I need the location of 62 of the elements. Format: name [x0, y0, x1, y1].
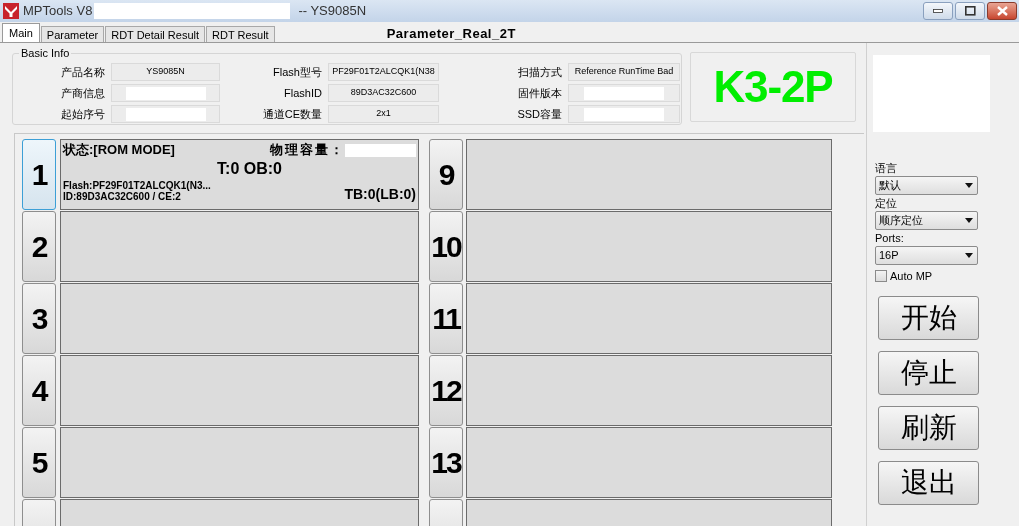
port-button[interactable]: 2	[22, 211, 56, 282]
minimize-icon	[933, 9, 943, 13]
redacted-block	[345, 143, 416, 157]
model-badge: K3-2P	[690, 52, 856, 122]
field-label: 产商信息	[60, 86, 105, 101]
close-icon	[996, 6, 1008, 16]
select-label: 语言	[875, 162, 898, 175]
port-button[interactable]: 13	[429, 427, 463, 498]
tab[interactable]: RDT Result	[206, 26, 275, 42]
parameter-name: Parameter_Real_2T	[386, 26, 516, 42]
port-button[interactable]: 9	[429, 139, 463, 210]
tab[interactable]: Parameter	[40, 26, 105, 42]
action-button[interactable]: 开始	[878, 295, 979, 340]
minimize-button[interactable]	[923, 2, 953, 20]
port-button[interactable]: 4	[22, 355, 56, 426]
app-logo-icon	[3, 3, 19, 19]
port-button[interactable]: 5	[22, 427, 56, 498]
dropdown[interactable]: 顺序定位	[875, 211, 978, 230]
field-label: 起始序号	[60, 107, 105, 122]
field-label: 通道CE数量	[261, 107, 322, 122]
field-label: 产品名称	[60, 65, 105, 80]
capacity-label: 物理容量：	[270, 141, 345, 160]
dropdown[interactable]: 16P	[875, 246, 978, 265]
port-status: 状态:[ROM MODE]	[63, 141, 175, 160]
bad-block-count: TB:0(LB:0)	[344, 186, 416, 202]
maximize-icon	[964, 6, 976, 16]
field: Reference RunTime Bad	[568, 63, 680, 81]
field-label: Flash型号	[272, 65, 322, 80]
field: YS9085N	[111, 63, 220, 81]
field-label: SSD容量	[516, 107, 562, 122]
action-button[interactable]: 刷新	[878, 405, 979, 450]
flash-model: Flash:PF29F01T2ALCQK1(N3...	[63, 180, 211, 191]
flash-id: ID:89D3AC32C600 / CE:2	[63, 191, 181, 202]
field: PF29F01T2ALCQK1(N38	[328, 63, 439, 81]
dropdown[interactable]: 默认	[875, 176, 978, 195]
field-label: 扫描方式	[517, 65, 562, 80]
caret-icon	[965, 183, 973, 188]
port-counts: T:0 OB:0	[217, 160, 282, 178]
select-label: Ports:	[875, 232, 905, 245]
field-label: 固件版本	[517, 86, 562, 101]
select-label: 定位	[875, 197, 898, 210]
port-button[interactable]: 12	[429, 355, 463, 426]
window-subtitle: -- YS9085N	[298, 2, 367, 21]
field-label: FlashID	[283, 86, 322, 101]
action-button[interactable]: 退出	[878, 460, 979, 505]
caret-icon	[965, 218, 973, 223]
field: 2x1	[328, 105, 439, 123]
action-button[interactable]: 停止	[878, 350, 979, 395]
checkbox[interactable]	[875, 270, 887, 283]
maximize-button[interactable]	[955, 2, 985, 20]
window-title: MPTools V8	[23, 2, 93, 21]
caret-icon	[965, 253, 973, 258]
close-button[interactable]	[987, 2, 1017, 20]
tab[interactable]: RDT Detail Result	[105, 26, 206, 42]
port-button[interactable]: 1	[22, 139, 56, 210]
port-button[interactable]: 11	[429, 283, 463, 354]
group-title: Basic Info	[19, 46, 72, 60]
port-button[interactable]: 10	[429, 211, 463, 282]
port-button[interactable]: 3	[22, 283, 56, 354]
tab[interactable]: Main	[2, 23, 40, 42]
field: 89D3AC32C600	[328, 84, 439, 102]
checkbox-label: Auto MP	[890, 269, 933, 284]
